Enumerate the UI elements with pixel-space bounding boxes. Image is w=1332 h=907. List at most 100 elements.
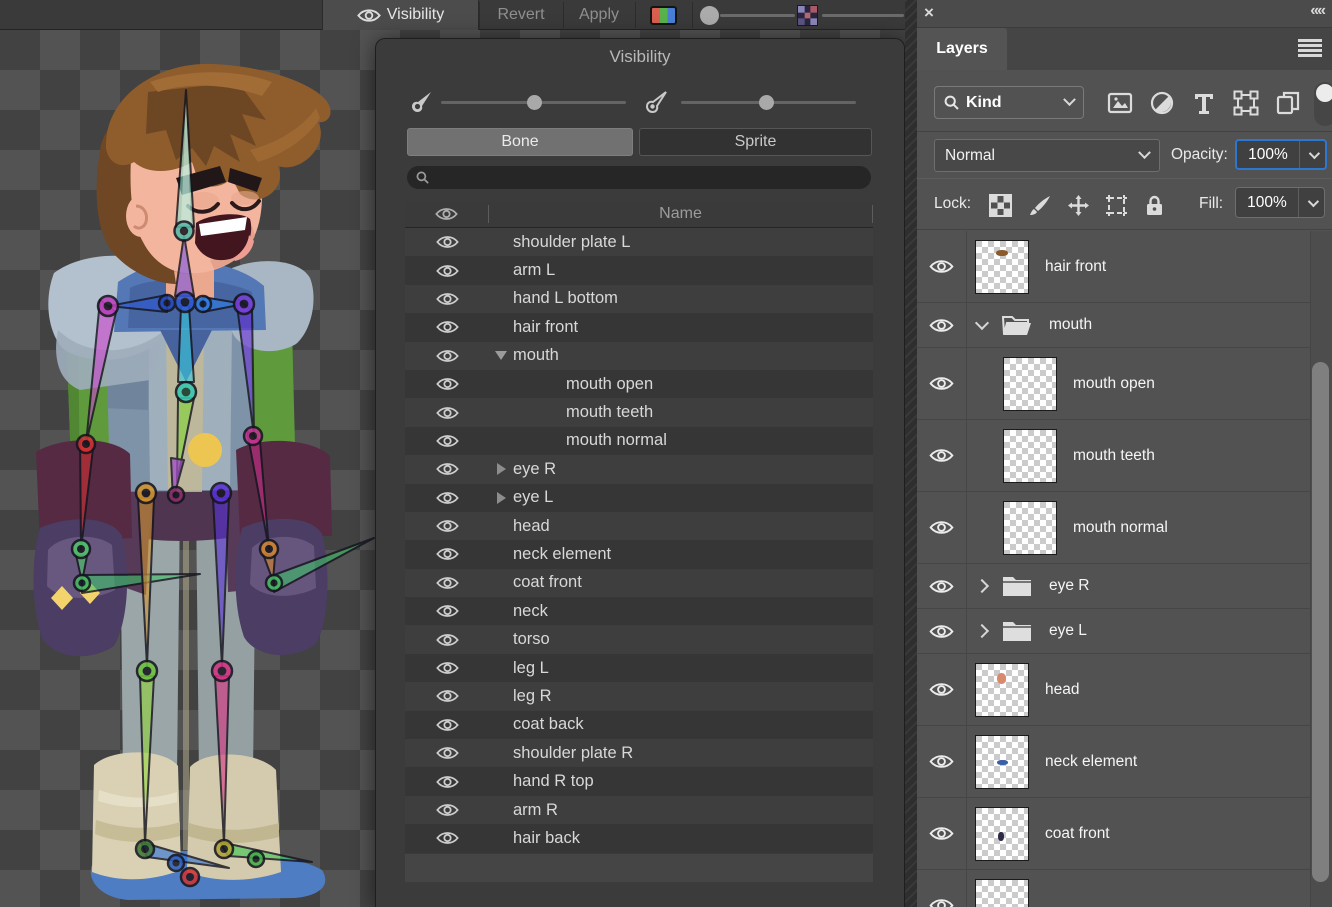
layer-visibility-toggle[interactable] [917,609,967,653]
layer-group-row[interactable]: mouth [917,303,1310,348]
tree-header[interactable]: Name [405,201,873,228]
layer-thumbnail[interactable] [975,807,1029,861]
fill-dropdown-chevron[interactable] [1298,188,1324,217]
row-visibility-toggle[interactable] [405,802,489,818]
visibility-row[interactable]: mouth teeth [405,398,873,426]
visibility-row[interactable]: hair back [405,824,873,852]
layer-visibility-toggle[interactable] [917,564,967,608]
filter-type-layers-icon[interactable] [1191,90,1217,116]
lock-pixels-brush-icon[interactable] [1029,194,1052,217]
group-disclosure-chevron[interactable] [975,624,989,638]
disclosure-triangle[interactable] [489,351,513,360]
visibility-row[interactable]: leg R [405,682,873,710]
layer-visibility-toggle[interactable] [917,492,967,563]
layer-row[interactable]: mouth open [917,348,1310,420]
layer-row[interactable]: mouth normal [917,492,1310,564]
opacity-dropdown-chevron[interactable] [1299,141,1325,168]
visibility-row[interactable]: torso [405,625,873,653]
opacity-field[interactable]: 100% [1235,139,1327,170]
filtering-toggle[interactable] [1314,82,1332,126]
filter-pixel-layers-icon[interactable] [1107,90,1133,116]
layer-thumbnail[interactable] [975,240,1029,294]
layer-row[interactable]: hair front [917,231,1310,303]
layer-thumbnail[interactable] [975,663,1029,717]
sprite-opacity-panel-knob[interactable] [759,95,774,110]
layer-group-row[interactable]: eye L [917,609,1310,654]
sprite-mesh-preview-knob[interactable] [797,5,818,26]
visibility-toolbar-button[interactable]: Visibility [322,0,479,30]
visibility-row[interactable]: hand L bottom [405,285,873,313]
lock-all-icon[interactable] [1143,194,1166,217]
layer-row[interactable]: mouth teeth [917,420,1310,492]
disclosure-triangle[interactable] [489,492,513,504]
layer-visibility-toggle[interactable] [917,420,967,491]
search-input[interactable] [407,166,871,189]
bone-opacity-slider-track[interactable] [720,14,795,17]
layer-thumbnail[interactable] [975,735,1029,789]
visibility-row[interactable]: neck element [405,540,873,568]
close-icon[interactable]: × [924,3,934,23]
fill-field[interactable]: 100% [1235,187,1325,218]
visibility-column-header[interactable] [405,205,489,223]
row-visibility-toggle[interactable] [405,376,489,392]
blend-mode-dropdown[interactable]: Normal [934,139,1160,172]
layer-visibility-toggle[interactable] [917,654,967,725]
visibility-row[interactable]: shoulder plate R [405,739,873,767]
visibility-row[interactable]: arm L [405,256,873,284]
kind-filter-dropdown[interactable]: Kind [934,86,1084,119]
row-visibility-toggle[interactable] [405,830,489,846]
visibility-row[interactable]: arm R [405,796,873,824]
filter-shape-layers-icon[interactable] [1233,90,1259,116]
tab-sprite[interactable]: Sprite [639,128,872,156]
visibility-row[interactable]: mouth open [405,370,873,398]
name-column-header[interactable]: Name [489,205,873,223]
lock-position-icon[interactable] [1067,194,1090,217]
layer-thumbnail[interactable] [1003,501,1057,555]
filter-adjustment-layers-icon[interactable] [1149,90,1175,116]
layers-scrollbar-thumb[interactable] [1312,362,1329,882]
group-disclosure-chevron[interactable] [975,316,989,330]
disclosure-triangle[interactable] [489,463,513,475]
visibility-row[interactable]: mouth normal [405,427,873,455]
visibility-row[interactable]: coat front [405,569,873,597]
visibility-row[interactable]: leg L [405,654,873,682]
layer-row[interactable]: coat front [917,798,1310,870]
bone-opacity-slider-knob[interactable] [700,6,719,25]
layer-row[interactable]: neck element [917,726,1310,798]
visibility-row[interactable]: coat back [405,711,873,739]
tab-layers[interactable]: Layers [917,28,1007,70]
visibility-row[interactable]: mouth [405,342,873,370]
revert-button[interactable]: Revert [480,0,562,30]
character-sprite-with-bones[interactable] [0,30,375,907]
collapse-panel-icon[interactable]: «« [1310,2,1324,20]
panel-menu-icon[interactable] [1298,39,1322,57]
row-visibility-toggle[interactable] [405,745,489,761]
row-visibility-toggle[interactable] [405,632,489,648]
row-visibility-toggle[interactable] [405,575,489,591]
row-visibility-toggle[interactable] [405,291,489,307]
row-visibility-toggle[interactable] [405,234,489,250]
row-visibility-toggle[interactable] [405,348,489,364]
layer-visibility-toggle[interactable] [917,231,967,302]
row-visibility-toggle[interactable] [405,774,489,790]
row-visibility-toggle[interactable] [405,490,489,506]
row-visibility-toggle[interactable] [405,660,489,676]
row-visibility-toggle[interactable] [405,603,489,619]
bone-opacity-panel-knob[interactable] [527,95,542,110]
layer-visibility-toggle[interactable] [917,726,967,797]
row-visibility-toggle[interactable] [405,461,489,477]
tab-bone[interactable]: Bone [407,128,633,156]
row-visibility-toggle[interactable] [405,433,489,449]
visibility-row[interactable]: hand R top [405,767,873,795]
row-visibility-toggle[interactable] [405,688,489,704]
row-visibility-toggle[interactable] [405,518,489,534]
layer-visibility-toggle[interactable] [917,798,967,869]
row-visibility-toggle[interactable] [405,546,489,562]
lock-transparency-icon[interactable] [989,194,1012,217]
apply-button[interactable]: Apply [564,0,634,30]
row-visibility-toggle[interactable] [405,717,489,733]
layer-visibility-toggle[interactable] [917,303,967,347]
visibility-row[interactable]: head [405,512,873,540]
filter-smart-objects-icon[interactable] [1275,90,1301,116]
group-disclosure-chevron[interactable] [975,579,989,593]
